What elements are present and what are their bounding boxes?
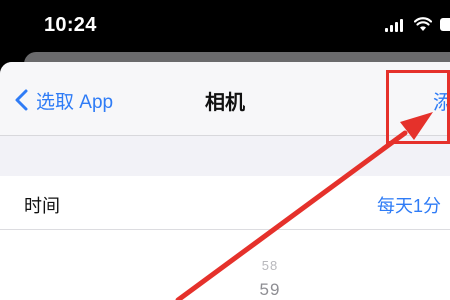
navigation-bar: 选取 App 相机 添 bbox=[0, 62, 450, 136]
status-bar: 10:24 bbox=[0, 0, 450, 56]
time-setting-row[interactable]: 时间 每天1分 bbox=[0, 176, 450, 230]
status-time: 10:24 bbox=[44, 14, 97, 36]
settings-sheet: 选取 App 相机 添 时间 每天1分 58 59 bbox=[0, 62, 450, 300]
wifi-icon bbox=[414, 17, 432, 31]
time-picker[interactable]: 58 59 bbox=[0, 230, 450, 300]
annotation-highlight-box bbox=[386, 70, 450, 144]
battery-icon bbox=[440, 18, 450, 31]
section-spacer bbox=[0, 136, 450, 176]
cellular-signal-icon bbox=[385, 19, 405, 32]
page-title: 相机 bbox=[205, 92, 245, 114]
time-label: 时间 bbox=[24, 196, 60, 216]
time-value: 每天1分 bbox=[377, 196, 442, 216]
picker-item-58[interactable]: 58 bbox=[250, 258, 290, 273]
picker-item-59[interactable]: 59 bbox=[250, 280, 290, 300]
